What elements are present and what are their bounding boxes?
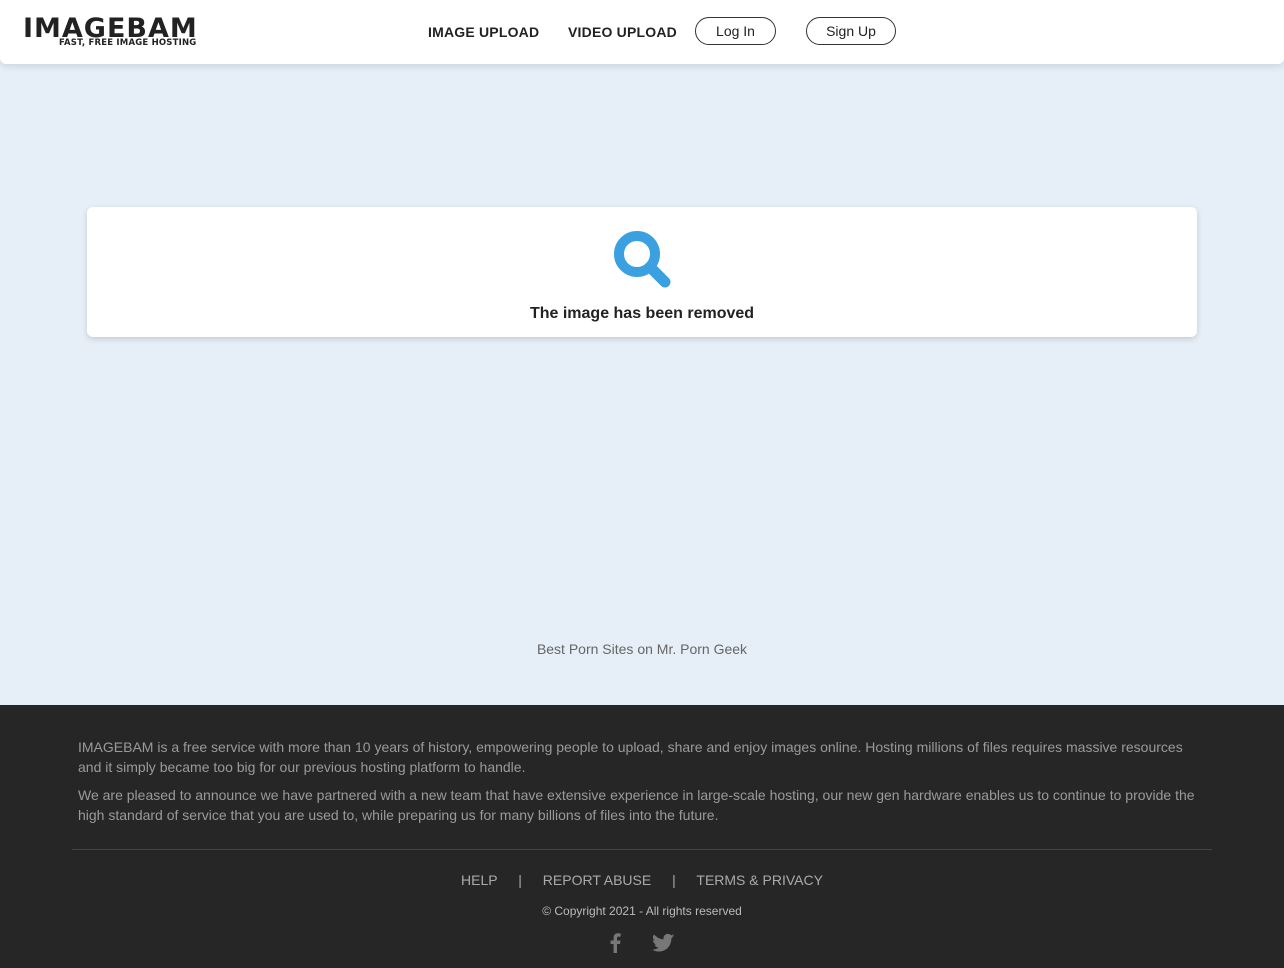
site-header: IMAGEBAM FAST, FREE IMAGE HOSTING IMAGE … xyxy=(0,0,1284,64)
site-logo[interactable]: IMAGEBAM FAST, FREE IMAGE HOSTING xyxy=(23,14,197,50)
copyright-text: © Copyright 2021 - All rights reserved xyxy=(542,904,742,918)
signup-button[interactable]: Sign Up xyxy=(806,17,896,45)
footer-about-text: IMAGEBAM is a free service with more tha… xyxy=(78,739,1183,775)
nav-image-upload[interactable]: IMAGE UPLOAD xyxy=(428,24,539,40)
removed-notice-card: The image has been removed xyxy=(87,207,1197,337)
footer-divider xyxy=(72,849,1212,850)
footer-links: HELP | REPORT ABUSE | TERMS & PRIVACY xyxy=(0,872,1284,888)
link-separator: | xyxy=(672,872,676,888)
logo-tagline: FAST, FREE IMAGE HOSTING xyxy=(59,38,197,48)
terms-privacy-link[interactable]: TERMS & PRIVACY xyxy=(696,872,823,888)
facebook-icon[interactable] xyxy=(608,933,622,953)
search-icon xyxy=(614,231,671,288)
report-abuse-link[interactable]: REPORT ABUSE xyxy=(543,872,651,888)
help-link[interactable]: HELP xyxy=(461,872,497,888)
footer-partner-text: We are pleased to announce we have partn… xyxy=(78,787,1195,823)
twitter-icon[interactable] xyxy=(653,933,675,953)
nav-video-upload[interactable]: VIDEO UPLOAD xyxy=(568,24,677,40)
login-button[interactable]: Log In xyxy=(695,17,776,45)
site-footer: IMAGEBAM is a free service with more tha… xyxy=(0,705,1284,968)
promo-link[interactable]: Best Porn Sites on Mr. Porn Geek xyxy=(0,641,1284,657)
removed-message: The image has been removed xyxy=(529,305,755,322)
link-separator: | xyxy=(518,872,522,888)
